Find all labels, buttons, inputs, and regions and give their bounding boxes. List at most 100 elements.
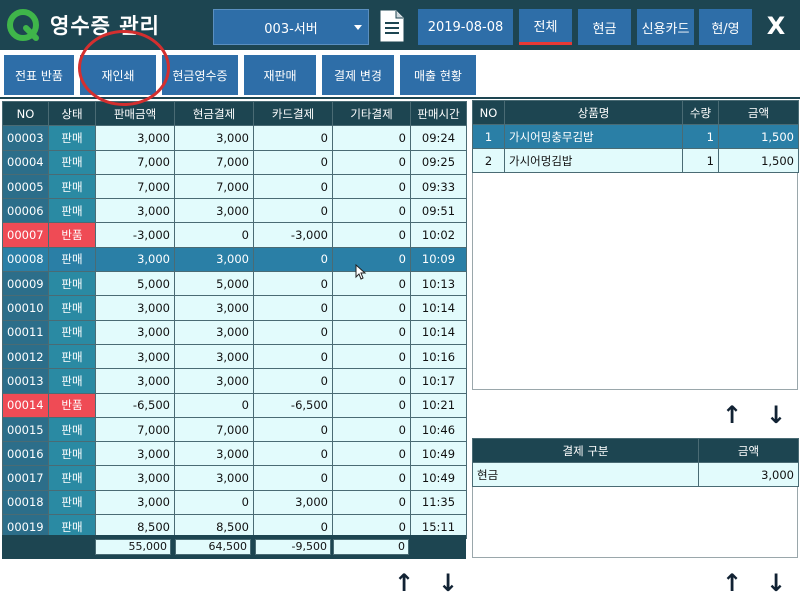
total-card-payment: -9,500 bbox=[255, 539, 331, 555]
row-sale-time: 10:17 bbox=[410, 368, 467, 394]
row-status: 판매 bbox=[48, 489, 96, 516]
cash-receipt-button[interactable]: 현금영수증 bbox=[162, 55, 238, 95]
row-status: 반품 bbox=[48, 392, 96, 418]
receipts-header-row: NO 상태 판매금액 현금결제 카드결제 기타결제 판매시간 bbox=[2, 100, 467, 127]
row-other-payment: 0 bbox=[332, 343, 411, 370]
receipts-scroll-down-button[interactable]: ↓ bbox=[437, 571, 459, 595]
table-row[interactable]: 00018 판매 3,000 0 3,000 0 11:35 bbox=[2, 489, 467, 516]
table-row[interactable]: 00017 판매 3,000 3,000 0 0 10:49 bbox=[2, 465, 467, 491]
tab-all[interactable]: 전체 bbox=[519, 9, 572, 45]
table-row[interactable]: 00014 반품 -6,500 0 -6,500 0 10:21 bbox=[2, 392, 467, 418]
table-row[interactable]: 00007 반품 -3,000 0 -3,000 0 10:02 bbox=[2, 222, 467, 248]
payments-scroll-down-button[interactable]: ↓ bbox=[765, 571, 787, 595]
row-card-payment: 0 bbox=[253, 295, 333, 321]
payments-scroll-up-button[interactable]: ↑ bbox=[721, 571, 743, 595]
app-header: 영수증 관리 003-서버 2019-08-08 전체 현금 신용카드 현/영 … bbox=[0, 0, 800, 50]
list-item[interactable]: 현금 3,000 bbox=[472, 462, 799, 487]
row-cash-payment: 3,000 bbox=[174, 465, 254, 491]
row-sale-time: 10:21 bbox=[410, 392, 467, 418]
reprint-button[interactable]: 재인쇄 bbox=[80, 55, 156, 95]
total-sales-amount: 55,000 bbox=[95, 539, 171, 555]
row-card-payment: 0 bbox=[253, 271, 333, 297]
row-other-payment: 0 bbox=[332, 465, 411, 491]
table-row[interactable]: 00006 판매 3,000 3,000 0 0 09:51 bbox=[2, 198, 467, 224]
table-row[interactable]: 00015 판매 7,000 7,000 0 0 10:46 bbox=[2, 416, 467, 443]
table-row[interactable]: 00012 판매 3,000 3,000 0 0 10:16 bbox=[2, 343, 467, 370]
store-select[interactable]: 003-서버 bbox=[213, 9, 369, 45]
row-other-payment: 0 bbox=[332, 198, 411, 224]
row-no: 00018 bbox=[2, 489, 49, 516]
row-cash-payment: 7,000 bbox=[174, 173, 254, 200]
row-status: 판매 bbox=[48, 125, 96, 151]
row-status: 판매 bbox=[48, 441, 96, 467]
page-title: 영수증 관리 bbox=[50, 14, 160, 38]
receipts-scroll-up-button[interactable]: ↑ bbox=[393, 571, 415, 595]
list-item[interactable]: 2 가시어멍김밥 1 1,500 bbox=[472, 148, 799, 173]
row-cash-payment: 5,000 bbox=[174, 271, 254, 297]
row-sales-amount: 3,000 bbox=[95, 295, 175, 321]
row-card-payment: 0 bbox=[253, 319, 333, 345]
tab-cash[interactable]: 현금 bbox=[578, 9, 631, 45]
table-row[interactable]: 00005 판매 7,000 7,000 0 0 09:33 bbox=[2, 173, 467, 200]
chevron-down-icon bbox=[354, 25, 362, 30]
column-header-other-payment: 기타결제 bbox=[332, 100, 411, 127]
row-no: 00008 bbox=[2, 246, 49, 273]
table-row[interactable]: 00008 판매 3,000 3,000 0 0 10:09 bbox=[2, 246, 467, 273]
row-sales-amount: -6,500 bbox=[95, 392, 175, 418]
payments-header-row: 결제 구분 금액 bbox=[472, 438, 799, 463]
table-row[interactable]: 00004 판매 7,000 7,000 0 0 09:25 bbox=[2, 149, 467, 175]
document-icon[interactable] bbox=[379, 10, 405, 42]
row-no: 00011 bbox=[2, 319, 49, 345]
row-status: 판매 bbox=[48, 149, 96, 175]
row-status: 판매 bbox=[48, 271, 96, 297]
row-card-payment: -3,000 bbox=[253, 222, 333, 248]
mouse-cursor-icon bbox=[355, 264, 367, 280]
column-header-sales-amount: 판매금액 bbox=[95, 100, 175, 127]
tab-cash-receipt[interactable]: 현/영 bbox=[699, 9, 752, 45]
row-no: 00003 bbox=[2, 125, 49, 151]
items-scroll-down-button[interactable]: ↓ bbox=[765, 403, 787, 427]
close-icon[interactable]: X bbox=[760, 10, 792, 42]
items-scroll-up-button[interactable]: ↑ bbox=[721, 403, 743, 427]
row-no: 00014 bbox=[2, 392, 49, 418]
slip-return-button[interactable]: 전표 반품 bbox=[4, 55, 74, 95]
change-payment-button[interactable]: 결제 변경 bbox=[322, 55, 394, 95]
row-other-payment: 0 bbox=[332, 368, 411, 394]
row-other-payment: 0 bbox=[332, 125, 411, 151]
row-card-payment: 0 bbox=[253, 416, 333, 443]
row-sale-time: 09:24 bbox=[410, 125, 467, 151]
column-header-payment-amount: 금액 bbox=[698, 438, 799, 463]
row-sales-amount: 3,000 bbox=[95, 343, 175, 370]
list-item[interactable]: 1 가시어밍충무김밥 1 1,500 bbox=[472, 124, 799, 149]
row-no: 00015 bbox=[2, 416, 49, 443]
table-row[interactable]: 00016 판매 3,000 3,000 0 0 10:49 bbox=[2, 441, 467, 467]
row-cash-payment: 7,000 bbox=[174, 149, 254, 175]
table-row[interactable]: 00011 판매 3,000 3,000 0 0 10:14 bbox=[2, 319, 467, 345]
row-sales-amount: 3,000 bbox=[95, 441, 175, 467]
table-row[interactable]: 00009 판매 5,000 5,000 0 0 10:13 bbox=[2, 271, 467, 297]
row-other-payment: 0 bbox=[332, 173, 411, 200]
resale-button[interactable]: 재판매 bbox=[244, 55, 316, 95]
sales-status-button[interactable]: 매출 현황 bbox=[400, 55, 476, 95]
tab-credit-card[interactable]: 신용카드 bbox=[637, 9, 694, 45]
row-cash-payment: 7,000 bbox=[174, 416, 254, 443]
date-picker-button[interactable]: 2019-08-08 bbox=[418, 9, 513, 45]
item-quantity: 1 bbox=[682, 124, 719, 149]
row-sale-time: 10:46 bbox=[410, 416, 467, 443]
row-sale-time: 10:14 bbox=[410, 295, 467, 321]
row-status: 반품 bbox=[48, 222, 96, 248]
column-header-no: NO bbox=[2, 100, 49, 127]
table-row[interactable]: 00003 판매 3,000 3,000 0 0 09:24 bbox=[2, 125, 467, 151]
table-row[interactable]: 00010 판매 3,000 3,000 0 0 10:14 bbox=[2, 295, 467, 321]
row-other-payment: 0 bbox=[332, 271, 411, 297]
row-no: 00017 bbox=[2, 465, 49, 491]
toolbar-divider bbox=[0, 97, 800, 99]
row-sales-amount: 3,000 bbox=[95, 465, 175, 491]
row-no: 00009 bbox=[2, 271, 49, 297]
items-table: NO 상품명 수량 금액 1 가시어밍충무김밥 1 1,500 2 가시어멍김밥 1 1,50… bbox=[472, 100, 799, 173]
row-no: 00016 bbox=[2, 441, 49, 467]
table-row[interactable]: 00013 판매 3,000 3,000 0 0 10:17 bbox=[2, 368, 467, 394]
row-other-payment: 0 bbox=[332, 392, 411, 418]
row-cash-payment: 3,000 bbox=[174, 441, 254, 467]
row-card-payment: -6,500 bbox=[253, 392, 333, 418]
